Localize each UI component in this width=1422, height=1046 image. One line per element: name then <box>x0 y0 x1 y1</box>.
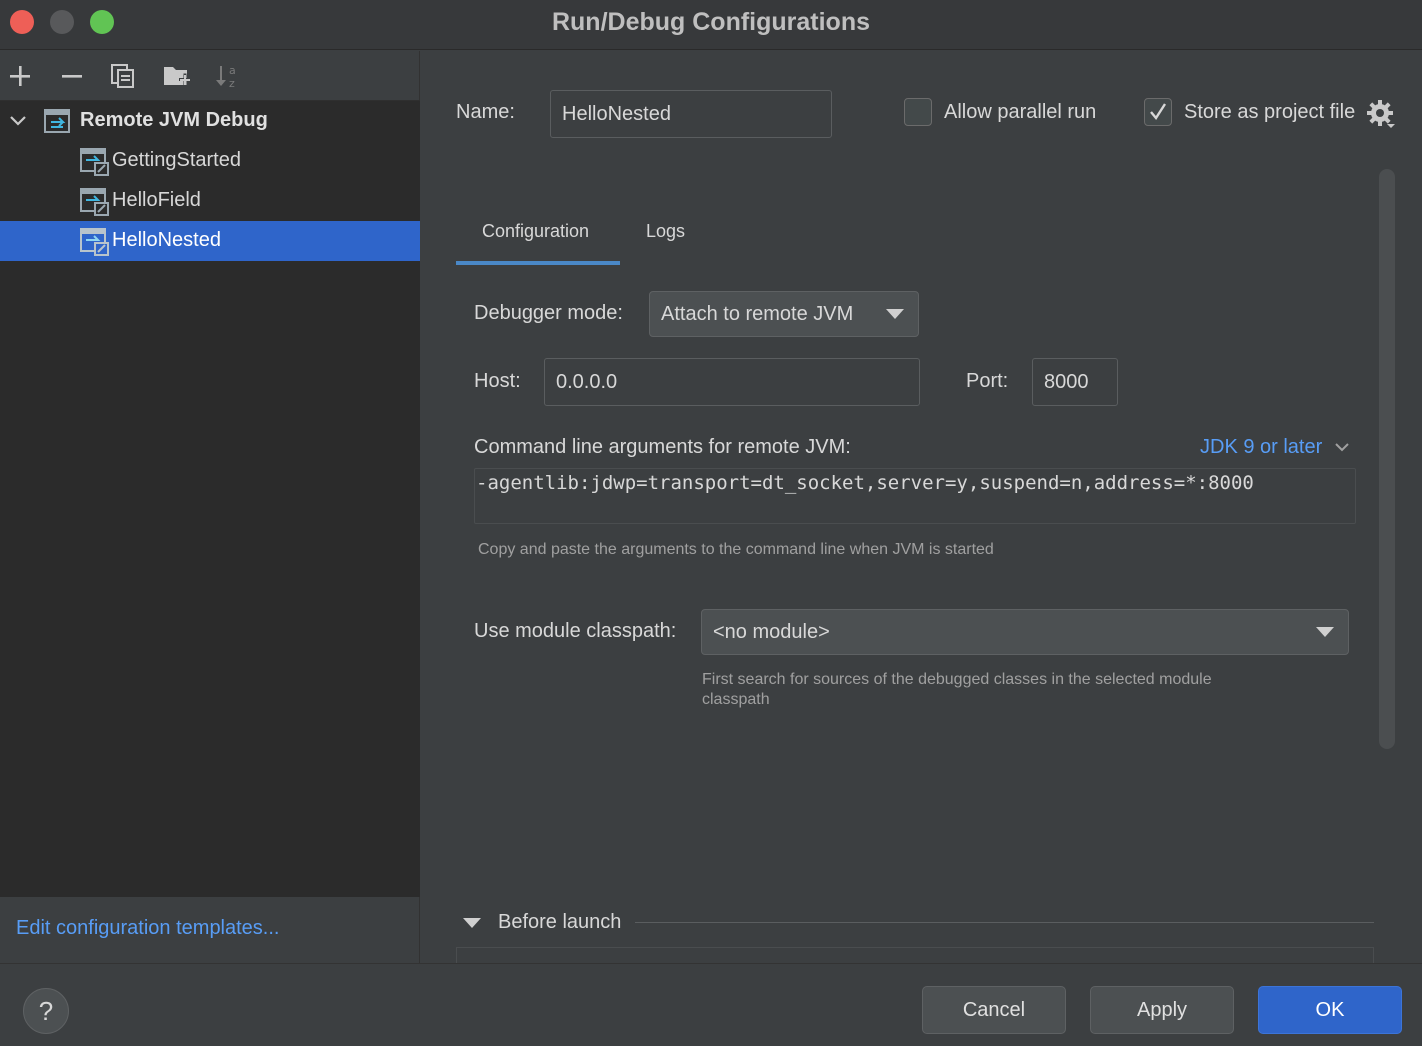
remote-debug-icon <box>44 109 70 133</box>
name-label: Name: <box>456 101 515 123</box>
dropdown-arrow-icon <box>1316 627 1334 637</box>
tree-group-remote-jvm-debug[interactable]: Remote JVM Debug <box>0 101 420 141</box>
configuration-editor: Name: HelloNested Allow parallel run Sto… <box>421 51 1422 963</box>
debugger-mode-value: Attach to remote JVM <box>661 302 854 325</box>
chevron-down-icon <box>1335 443 1349 452</box>
store-as-project-file-label: Store as project file <box>1184 101 1356 123</box>
remove-configuration-button[interactable] <box>57 61 87 91</box>
svg-text:a: a <box>229 64 236 77</box>
folder-plus-icon <box>164 67 191 86</box>
store-as-project-file-checkbox[interactable] <box>1144 98 1172 126</box>
tree-item-hellofield[interactable]: HelloField <box>0 181 420 221</box>
module-classpath-select[interactable]: <no module> <box>701 609 1349 655</box>
dialog-footer: ? Cancel Apply OK <box>0 963 1422 1046</box>
configurations-sidebar: a z Remote JVM Debug GettingStarted Hell… <box>0 51 420 963</box>
allow-parallel-run-label: Allow parallel run <box>944 101 1097 123</box>
plus-icon <box>10 66 30 86</box>
tree-item-label: HelloField <box>112 189 201 211</box>
tree-item-label: GettingStarted <box>112 149 241 171</box>
help-button[interactable]: ? <box>23 988 69 1034</box>
run-debug-dialog: Run/Debug Configurations a z Remote JVM … <box>0 0 1422 1046</box>
command-line-args-field[interactable]: -agentlib:jdwp=transport=dt_socket,serve… <box>474 468 1356 524</box>
tree-item-hellonested[interactable]: HelloNested <box>0 221 420 261</box>
sidebar-toolbar: a z <box>0 51 420 101</box>
svg-text:z: z <box>229 77 235 90</box>
host-input[interactable]: 0.0.0.0 <box>544 358 920 406</box>
module-classpath-label: Use module classpath: <box>474 620 677 642</box>
debugger-mode-select[interactable]: Attach to remote JVM <box>649 291 919 337</box>
ok-button[interactable]: OK <box>1258 986 1402 1034</box>
minus-icon <box>62 75 82 78</box>
allow-parallel-run-checkbox[interactable] <box>904 98 932 126</box>
sort-configurations-button[interactable]: a z <box>213 61 243 91</box>
edit-configuration-templates-link[interactable]: Edit configuration templates... <box>16 917 279 940</box>
vertical-scrollbar[interactable] <box>1379 169 1395 749</box>
remote-debug-config-icon <box>80 148 109 176</box>
host-label: Host: <box>474 370 521 392</box>
jdk-version-select[interactable]: JDK 9 or later <box>1200 436 1350 459</box>
name-input[interactable]: HelloNested <box>550 90 832 138</box>
title-bar: Run/Debug Configurations <box>0 0 1422 50</box>
configurations-tree: Remote JVM Debug GettingStarted HelloFie… <box>0 101 420 897</box>
apply-button[interactable]: Apply <box>1090 986 1234 1034</box>
tree-item-gettingstarted[interactable]: GettingStarted <box>0 141 420 181</box>
command-line-args-hint: Copy and paste the arguments to the comm… <box>478 541 994 558</box>
checkmark-icon <box>1150 103 1167 121</box>
debugger-mode-label: Debugger mode: <box>474 302 623 324</box>
gear-icon[interactable] <box>1366 98 1396 130</box>
cancel-button[interactable]: Cancel <box>922 986 1066 1034</box>
command-line-args-label: Command line arguments for remote JVM: <box>474 436 851 458</box>
before-launch-task-list <box>456 947 1374 963</box>
copy-icon <box>111 64 134 88</box>
collapse-before-launch-icon[interactable] <box>463 918 481 928</box>
new-folder-button[interactable] <box>162 61 192 91</box>
chevron-down-icon[interactable] <box>8 111 28 131</box>
dropdown-arrow-icon <box>886 309 904 319</box>
remote-debug-config-icon <box>80 188 109 216</box>
active-tab-indicator <box>456 261 620 265</box>
port-input[interactable]: 8000 <box>1032 358 1118 406</box>
port-label: Port: <box>966 370 1009 392</box>
copy-configuration-button[interactable] <box>108 61 138 91</box>
tab-logs[interactable]: Logs <box>646 221 685 242</box>
remote-debug-config-icon <box>80 228 109 256</box>
add-configuration-button[interactable] <box>5 61 35 91</box>
tree-item-label: HelloNested <box>112 229 221 251</box>
before-launch-divider <box>635 922 1374 923</box>
jdk-version-value: JDK 9 or later <box>1200 436 1323 458</box>
sort-alpha-icon: a z <box>216 64 236 90</box>
tab-configuration[interactable]: Configuration <box>482 221 589 242</box>
window-title: Run/Debug Configurations <box>551 8 871 36</box>
tree-group-label: Remote JVM Debug <box>80 109 268 131</box>
before-launch-label[interactable]: Before launch <box>498 911 621 934</box>
module-classpath-value: <no module> <box>713 620 830 643</box>
module-classpath-hint: First search for sources of the debugged… <box>702 671 1212 708</box>
